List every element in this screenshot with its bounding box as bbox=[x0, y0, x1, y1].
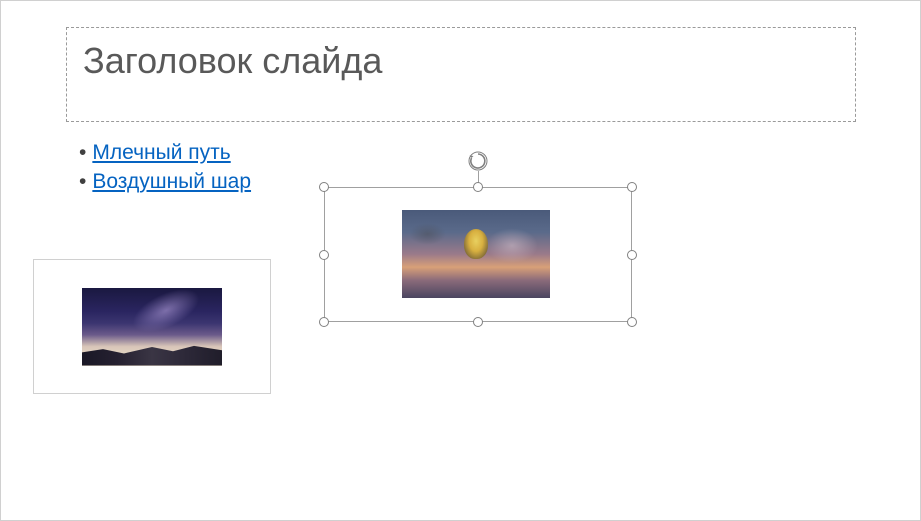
resize-handle-top-center[interactable] bbox=[473, 182, 483, 192]
slide-title-placeholder[interactable]: Заголовок слайда bbox=[66, 27, 856, 122]
resize-handle-middle-left[interactable] bbox=[319, 250, 329, 260]
list-item: • Воздушный шар bbox=[79, 170, 251, 194]
rotate-handle[interactable] bbox=[468, 151, 488, 171]
slide-title-text: Заголовок слайда bbox=[83, 40, 839, 82]
resize-handle-bottom-right[interactable] bbox=[627, 317, 637, 327]
balloon-image[interactable] bbox=[402, 210, 550, 298]
hyperlink-milky-way[interactable]: Млечный путь bbox=[92, 141, 230, 165]
cloud-decoration bbox=[409, 223, 446, 245]
milky-way-image[interactable] bbox=[82, 288, 222, 366]
bullet-list[interactable]: • Млечный путь • Воздушный шар bbox=[79, 141, 251, 199]
hyperlink-balloon[interactable]: Воздушный шар bbox=[92, 170, 251, 194]
bullet-icon: • bbox=[79, 141, 86, 165]
bullet-icon: • bbox=[79, 170, 86, 194]
resize-handle-top-left[interactable] bbox=[319, 182, 329, 192]
resize-handle-middle-right[interactable] bbox=[627, 250, 637, 260]
resize-handle-top-right[interactable] bbox=[627, 182, 637, 192]
resize-handle-bottom-left[interactable] bbox=[319, 317, 329, 327]
list-item: • Млечный путь bbox=[79, 141, 251, 165]
resize-handle-bottom-center[interactable] bbox=[473, 317, 483, 327]
image-container-milky-way[interactable] bbox=[33, 259, 271, 394]
selection-frame[interactable] bbox=[324, 187, 632, 322]
